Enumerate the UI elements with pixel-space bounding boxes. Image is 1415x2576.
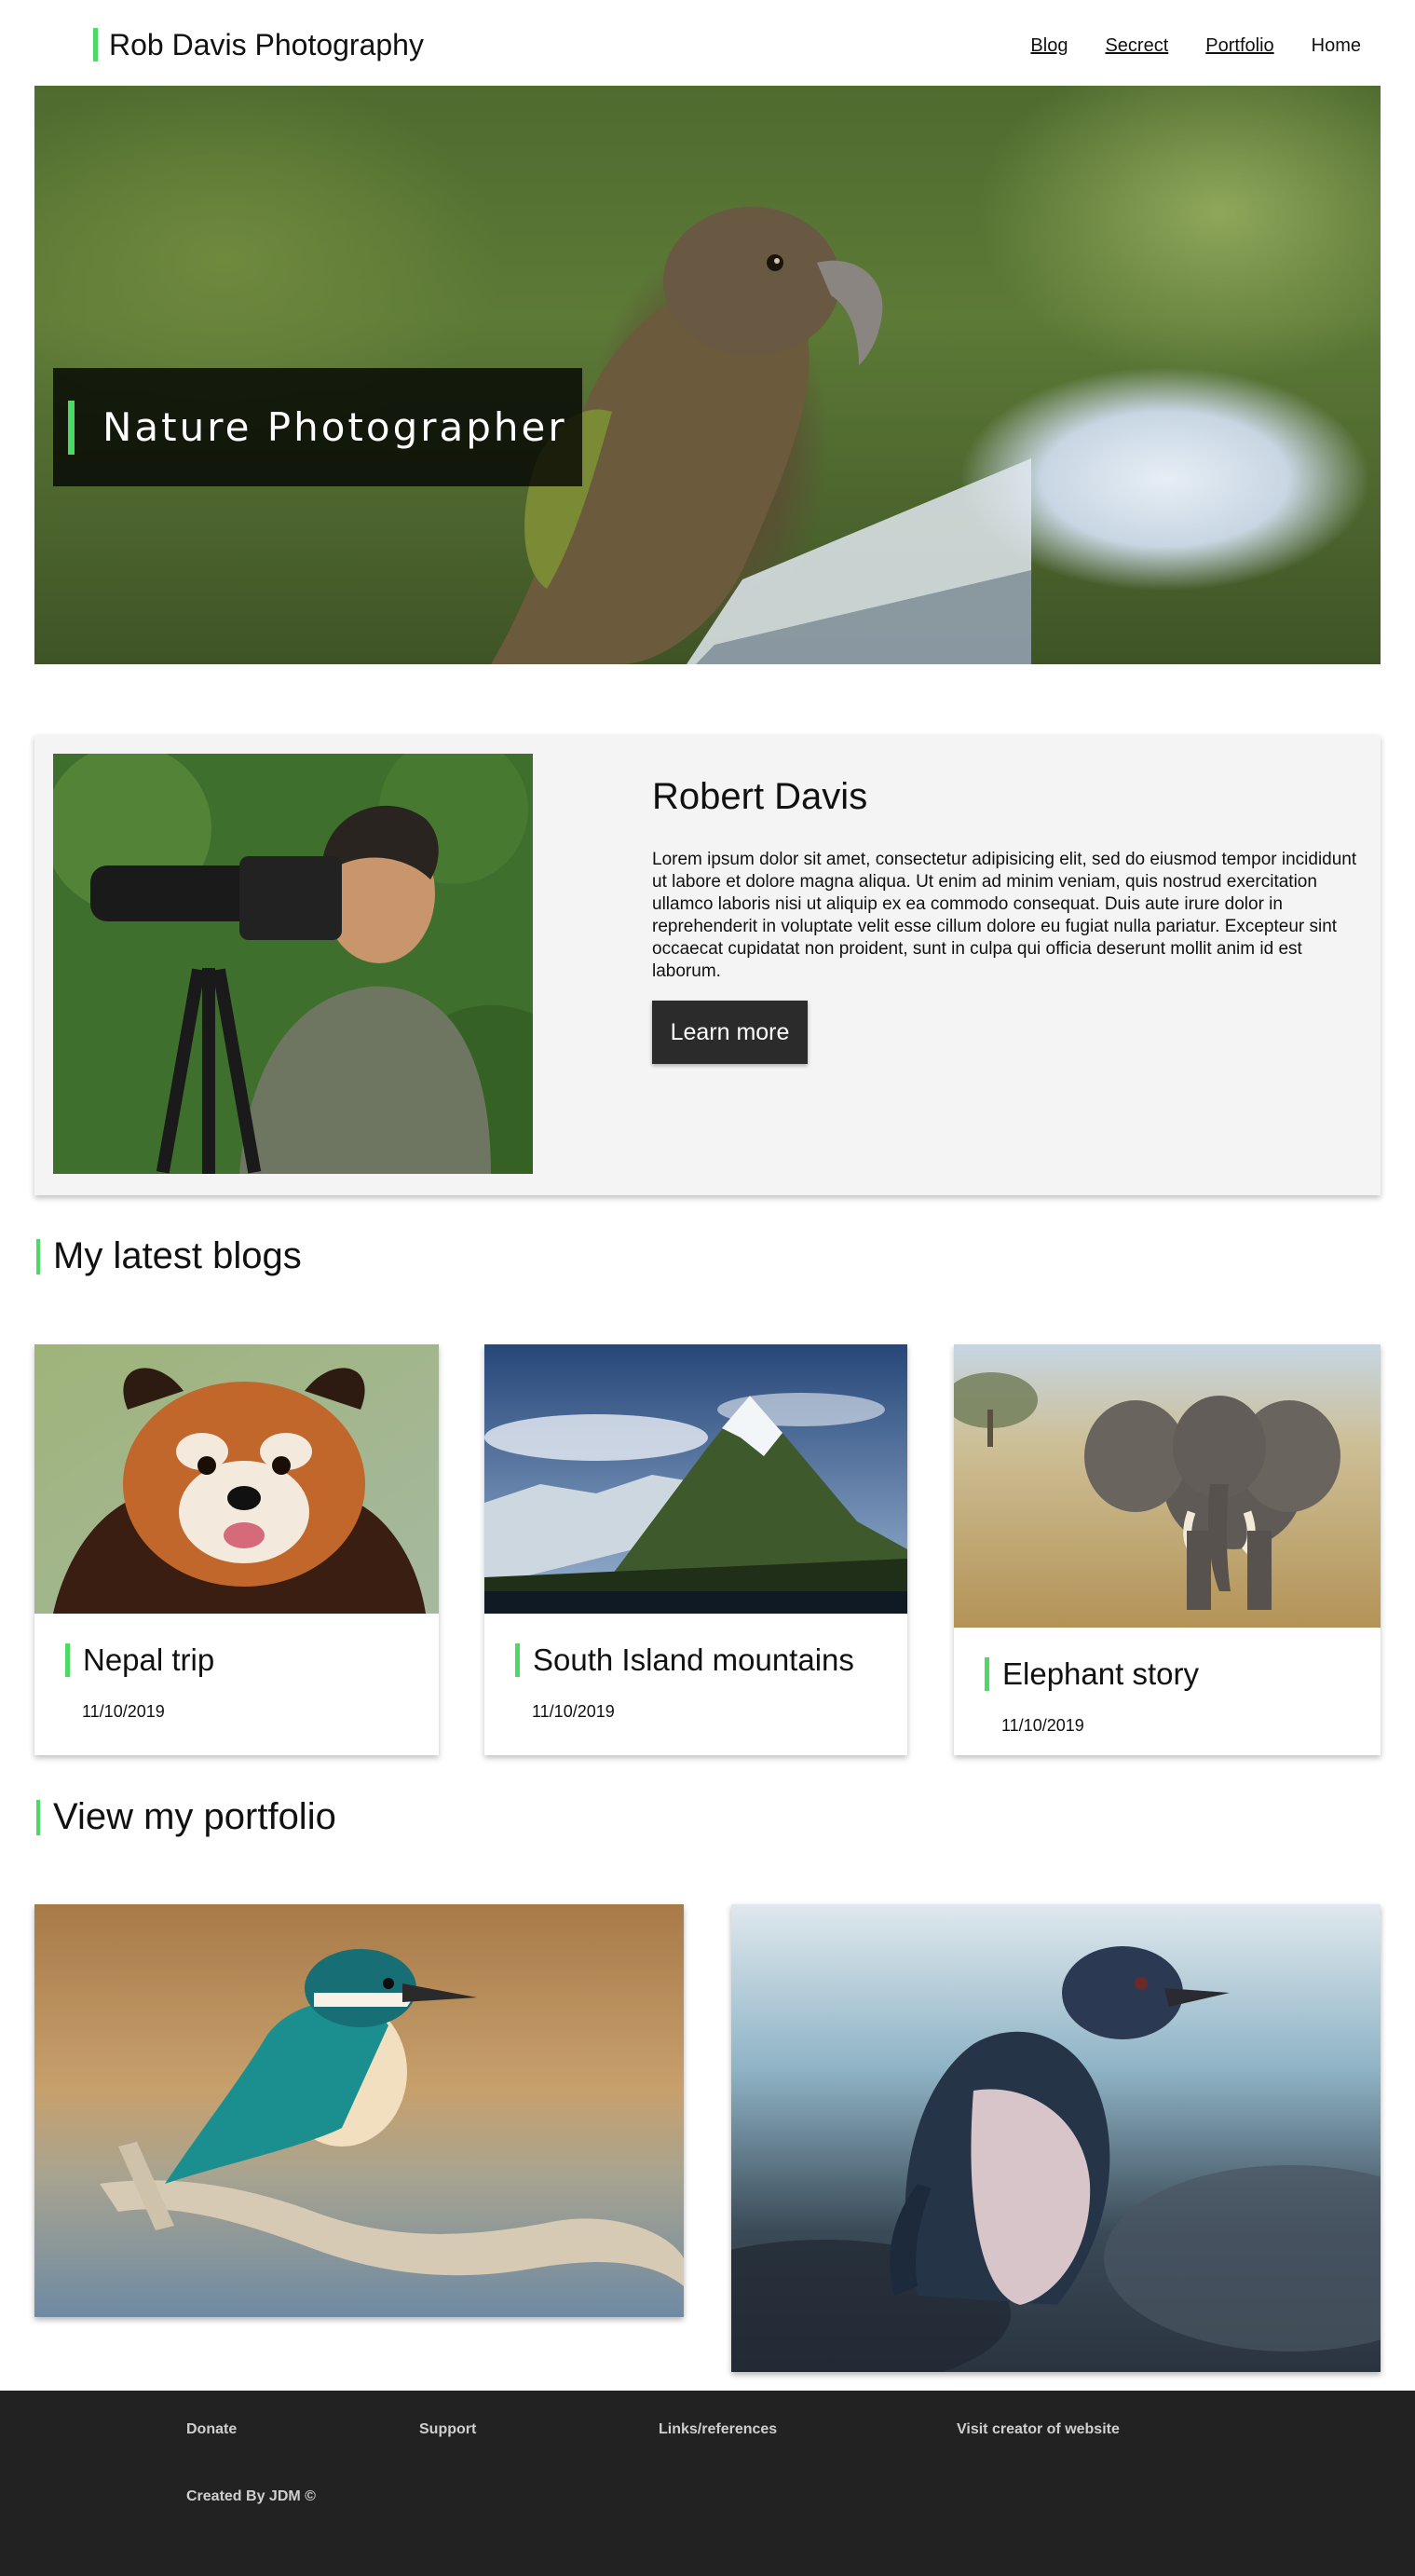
brand-title: Rob Davis Photography — [109, 27, 424, 61]
portfolio-heading-accent-bar — [36, 1799, 40, 1835]
blog-accent-bar — [65, 1643, 70, 1677]
hero-title: Nature Photographer — [102, 404, 567, 450]
blog-accent-bar — [515, 1643, 520, 1677]
nav-link-home[interactable]: Home — [1312, 35, 1361, 57]
nav-link-blog[interactable]: Blog — [1030, 35, 1068, 57]
main-nav: Blog Secrect Portfolio Home — [1030, 35, 1361, 57]
hero-banner: Nature Photographer — [34, 86, 1381, 664]
blog-card-nepal-trip[interactable]: Nepal trip 11/10/2019 — [34, 1344, 439, 1755]
nav-link-portfolio[interactable]: Portfolio — [1205, 35, 1273, 57]
blogs-heading-accent-bar — [36, 1238, 40, 1274]
blogs-heading-title: My latest blogs — [53, 1235, 302, 1276]
blog-title-row: Nepal trip — [65, 1642, 214, 1678]
blog-card-elephant-story[interactable]: Elephant story 11/10/2019 — [954, 1344, 1381, 1755]
blog-title-row: South Island mountains — [515, 1642, 854, 1678]
portfolio-heading-title: View my portfolio — [53, 1796, 336, 1837]
portfolio-kingfisher-image[interactable] — [34, 1904, 684, 2317]
brand-accent-bar — [93, 28, 98, 61]
footer-link-support[interactable]: Support — [419, 2421, 476, 2438]
blog-date: 11/10/2019 — [82, 1702, 165, 1721]
blog-title[interactable]: Nepal trip — [83, 1642, 214, 1678]
blog-date: 11/10/2019 — [532, 1702, 615, 1721]
about-name: Robert Davis — [652, 776, 868, 817]
brand[interactable]: Rob Davis Photography — [93, 26, 424, 63]
blog-card-south-island-mountains[interactable]: South Island mountains 11/10/2019 — [484, 1344, 907, 1755]
photographer-photo — [53, 754, 533, 1174]
learn-more-button[interactable]: Learn more — [652, 1001, 808, 1064]
footer-link-references[interactable]: Links/references — [659, 2421, 777, 2438]
footer-link-creator[interactable]: Visit creator of website — [957, 2421, 1120, 2438]
mountain-image — [484, 1344, 907, 1614]
blog-date: 11/10/2019 — [1001, 1716, 1084, 1735]
hero-accent-bar — [68, 400, 75, 455]
blog-title-row: Elephant story — [985, 1656, 1199, 1692]
blog-title[interactable]: South Island mountains — [533, 1642, 854, 1678]
site-header: Rob Davis Photography Blog Secrect Portf… — [0, 0, 1415, 86]
nav-link-secrect[interactable]: Secrect — [1105, 35, 1168, 57]
portfolio-penguin-image[interactable] — [731, 1904, 1381, 2372]
about-text: Lorem ipsum dolor sit amet, consectetur … — [652, 850, 1357, 981]
footer-credit: Created By JDM © — [186, 2488, 316, 2504]
elephant-image — [954, 1344, 1381, 1628]
site-footer: Donate Support Links/references Visit cr… — [0, 2391, 1415, 2576]
hero-caption: Nature Photographer — [53, 368, 582, 486]
portfolio-heading: View my portfolio — [36, 1796, 336, 1838]
footer-link-donate[interactable]: Donate — [186, 2421, 237, 2438]
red-panda-image — [34, 1344, 439, 1614]
blog-title[interactable]: Elephant story — [1002, 1656, 1199, 1692]
blog-accent-bar — [985, 1657, 989, 1691]
blogs-heading: My latest blogs — [36, 1235, 302, 1277]
about-card: Robert Davis Lorem ipsum dolor sit amet,… — [34, 735, 1381, 1195]
